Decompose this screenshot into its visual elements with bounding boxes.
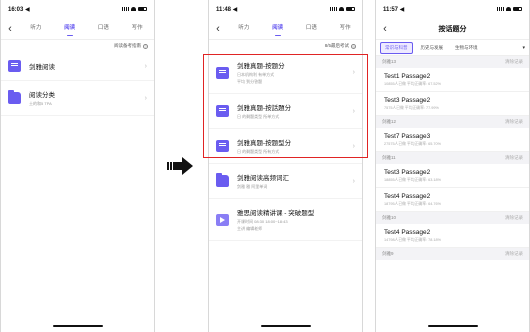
book-icon <box>216 140 229 152</box>
signal-icon <box>497 7 504 11</box>
menu-item-by-question-type[interactable]: 剑雅真题-按题型分日 的剩题类型 所有方式 › <box>209 129 362 164</box>
clear-record-link[interactable]: 清除记录 <box>505 119 523 125</box>
tab-bar: ‹ 听力 阅读 口语 写作 <box>1 18 154 40</box>
battery-icon <box>138 7 147 11</box>
chevron-right-icon: › <box>352 107 355 115</box>
book-icon <box>216 105 229 117</box>
tab-speaking[interactable]: 口语 <box>96 21 111 36</box>
list-item[interactable]: Test7 Passage3 27575人已做 平均正确率: 65.70% <box>376 128 529 152</box>
chevron-right-icon: › <box>352 177 355 185</box>
group-header: 剑雅11 清除记录 <box>376 152 529 164</box>
group-header: 剑雅12 清除记录 <box>376 116 529 128</box>
list-item[interactable]: Test1 Passage2 10855人已做 平均正确率: 67.52% <box>376 68 529 92</box>
clear-record-link[interactable]: 清除记录 <box>505 59 523 65</box>
menu-item-vocabulary[interactable]: 剑雅阅读高频词汇 剑雅 雅 阿里单词 › <box>209 164 362 199</box>
battery-icon <box>513 7 522 11</box>
home-indicator <box>427 325 478 327</box>
status-time: 11:48 ◀ <box>216 6 238 13</box>
back-icon[interactable]: ‹ <box>209 23 227 35</box>
chevron-right-icon: › <box>144 94 147 102</box>
tab-writing[interactable]: 写作 <box>338 21 353 36</box>
phone-screen-1: 16:03 ◀ ‹ 听力 阅读 口语 写作 阅读备考指南? 剑雅阅读 › 阅读分… <box>0 0 155 332</box>
phone-screen-3: 11:57 ◀ ‹ 按话题分 常识与科普 历史与发展 生物与环境 ▾ 剑雅13 清… <box>375 0 530 332</box>
book-icon <box>216 66 229 79</box>
list-item[interactable]: Test4 Passage2 18795人已做 平均正确率: 64.76% <box>376 188 529 212</box>
group-header: 剑雅13 清除记录 <box>376 56 529 68</box>
wifi-icon <box>131 7 136 11</box>
list-item[interactable]: Test3 Passage2 7575人已做 平均正确率: 77.99% <box>376 92 529 116</box>
wifi-icon <box>506 7 511 11</box>
home-indicator <box>52 325 103 327</box>
help-icon: ? <box>143 43 148 49</box>
status-bar: 16:03 ◀ <box>1 0 154 18</box>
menu-item-cambridge-reading[interactable]: 剑雅阅读 › <box>1 52 154 81</box>
status-bar: 11:57 ◀ <box>376 0 529 18</box>
list-item[interactable]: Test3 Passage2 18855人已做 平均正确率: 63.18% <box>376 164 529 188</box>
status-bar: 11:48 ◀ <box>209 0 362 18</box>
play-icon <box>216 213 229 226</box>
passage-list: 剑雅13 清除记录 Test1 Passage2 10855人已做 平均正确率: 6… <box>376 56 529 260</box>
phone-screen-2: 11:48 ◀ ‹ 听力 阅读 口语 写作 8/5最后考试 ◎ 剑雅真题-按题分日… <box>208 0 363 332</box>
chevron-right-icon: › <box>144 62 147 70</box>
list-item[interactable]: Test4 Passage2 14798人已做 平均正确率: 78.18% <box>376 224 529 248</box>
exam-countdown[interactable]: 8/5最后考试 ◎ <box>209 40 362 52</box>
wifi-icon <box>339 7 344 11</box>
book-icon <box>8 60 21 72</box>
arrow-right-icon <box>167 157 193 175</box>
group-header: 剑雅10 清除记录 <box>376 212 529 224</box>
guide-link[interactable]: 阅读备考指南? <box>1 40 154 52</box>
chevron-right-icon: › <box>352 69 355 76</box>
page-title: 按话题分 <box>438 25 467 33</box>
clear-record-link[interactable]: 清除记录 <box>505 251 523 257</box>
menu-item-by-topic[interactable]: 剑雅真题-按話題分日 的剩题类型 所单方式 › <box>209 94 362 129</box>
tab-speaking[interactable]: 口语 <box>304 21 319 36</box>
filter-chip-science[interactable]: 常识与科普 <box>380 41 413 54</box>
battery-icon <box>346 7 355 11</box>
folder-icon <box>8 90 21 104</box>
tab-listening[interactable]: 听力 <box>28 21 43 36</box>
tab-writing[interactable]: 写作 <box>130 21 145 36</box>
tab-listening[interactable]: 听力 <box>236 21 251 36</box>
settings-icon: ◎ <box>351 43 356 49</box>
menu-item-by-passage[interactable]: 剑雅真题-按题分 日本机构利 有单方式 平均 到分答题 › <box>209 52 362 94</box>
tab-reading[interactable]: 阅读 <box>62 21 77 36</box>
status-time: 11:57 ◀ <box>383 6 405 13</box>
tab-bar: ‹ 听力 阅读 口语 写作 <box>209 18 362 40</box>
status-time: 16:03 ◀ <box>8 6 30 13</box>
group-header: 剑雅9 清除记录 <box>376 248 529 260</box>
signal-icon <box>122 7 129 11</box>
nav-bar: ‹ 按话题分 <box>376 18 529 40</box>
chevron-right-icon: › <box>352 142 355 150</box>
home-indicator <box>260 325 311 327</box>
expand-icon[interactable]: ▾ <box>522 45 525 51</box>
menu-item-course[interactable]: 雅思阅读精讲课 - 突破题型 开课时间 08:30 18:00~18:43 主讲 编… <box>209 199 362 241</box>
filter-chip-biology[interactable]: 生物与环境 <box>451 43 482 53</box>
clear-record-link[interactable]: 清除记录 <box>505 215 523 221</box>
menu-item-reading-categories[interactable]: 阅读分类 土的和5 TPA › <box>1 81 154 116</box>
filter-bar: 常识与科普 历史与发展 生物与环境 ▾ <box>376 40 529 56</box>
signal-icon <box>330 7 337 11</box>
folder-icon <box>216 173 229 187</box>
back-icon[interactable]: ‹ <box>1 23 19 35</box>
tab-reading[interactable]: 阅读 <box>270 21 285 36</box>
filter-chip-history[interactable]: 历史与发展 <box>417 43 448 53</box>
back-icon[interactable]: ‹ <box>376 23 394 35</box>
clear-record-link[interactable]: 清除记录 <box>505 155 523 161</box>
